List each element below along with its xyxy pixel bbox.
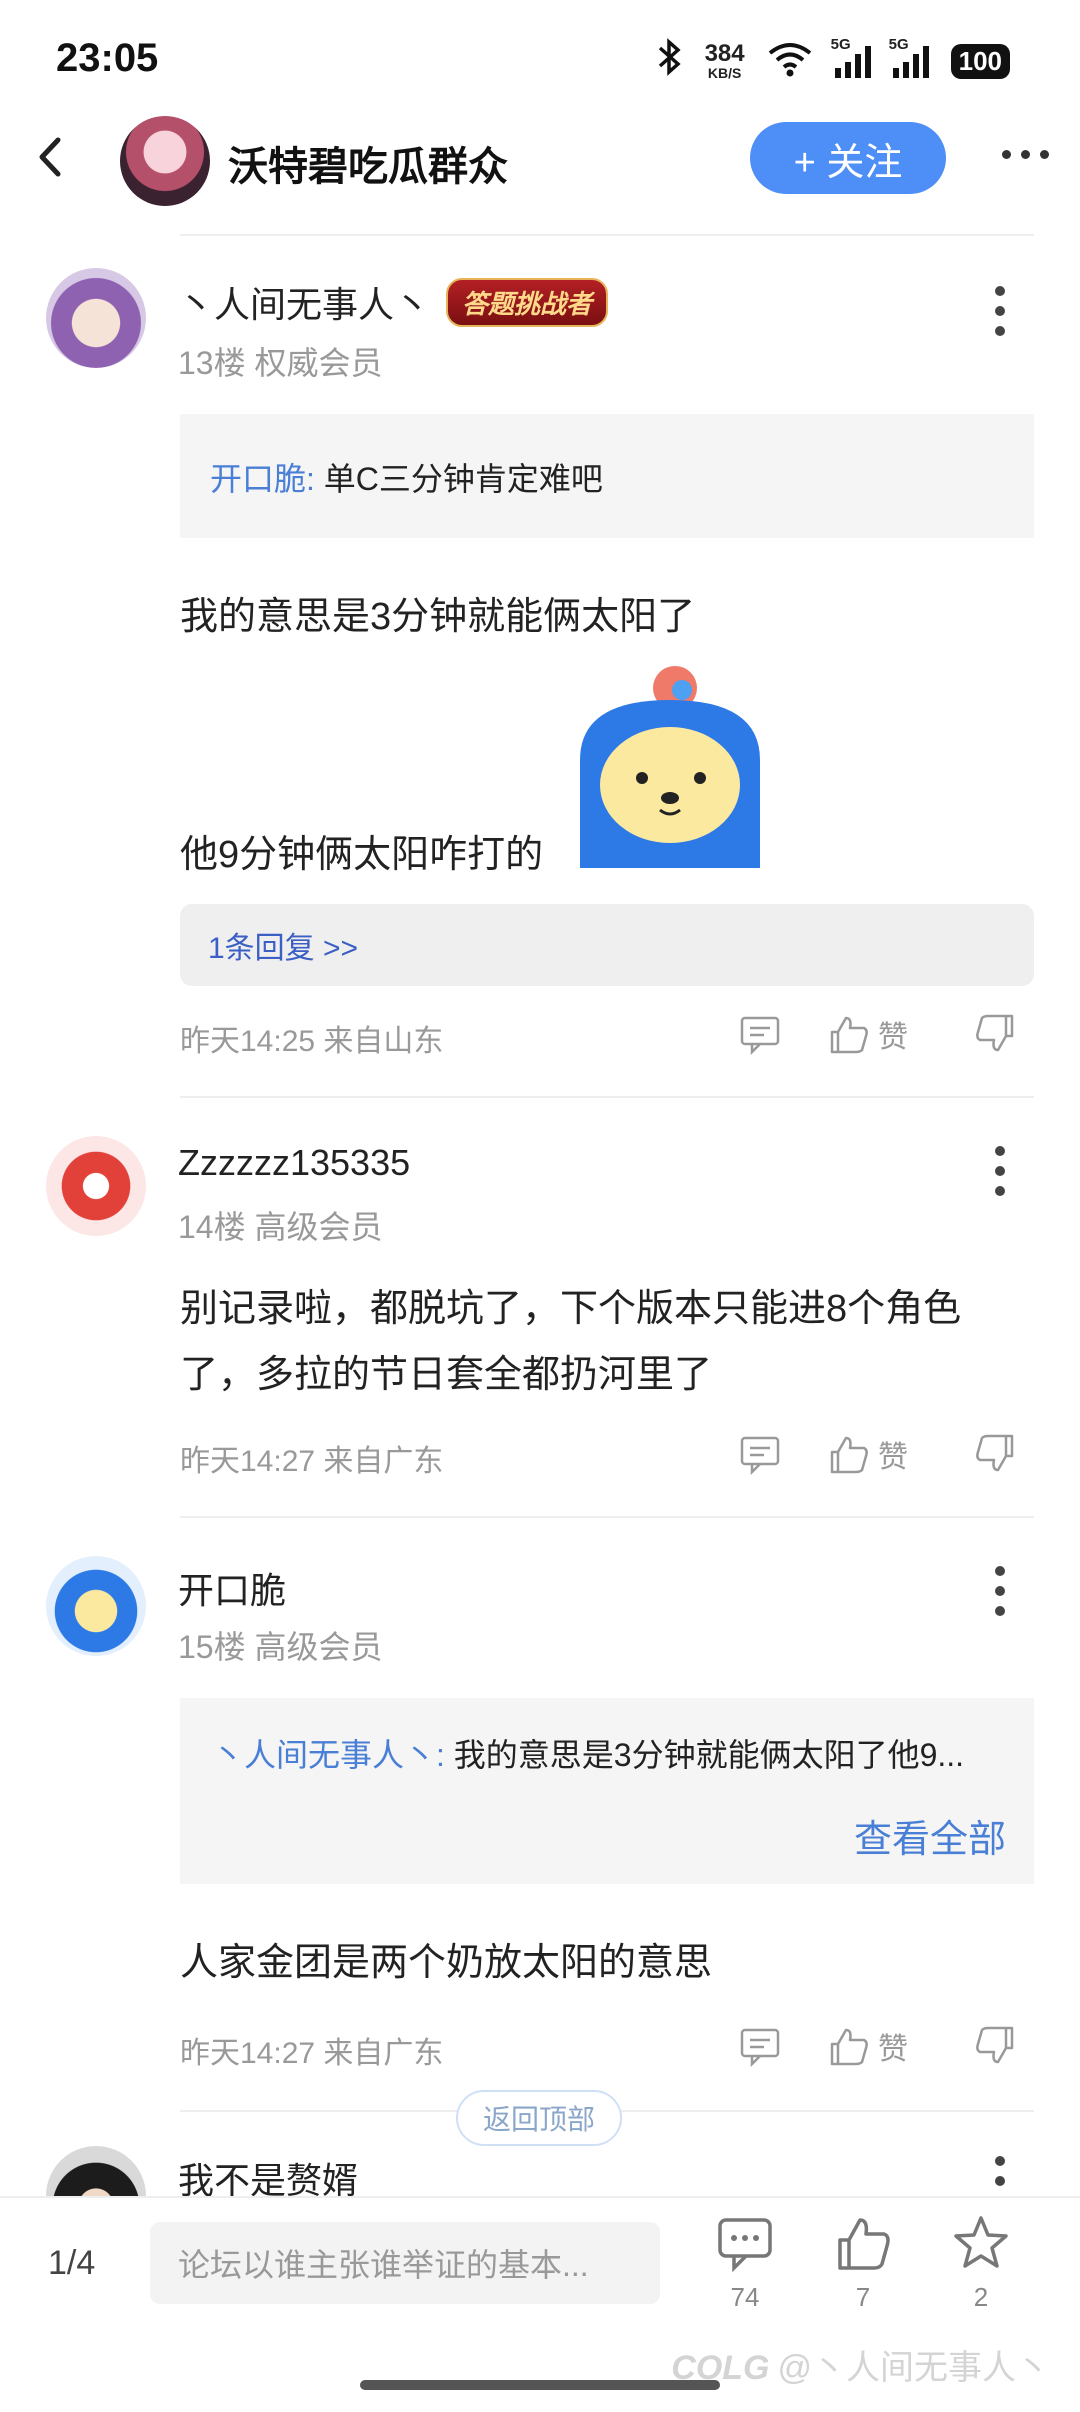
user-avatar[interactable]	[46, 268, 146, 368]
like-button[interactable]: 赞	[826, 1432, 908, 1476]
user-avatar[interactable]	[46, 1136, 146, 1236]
star-icon	[954, 2216, 1008, 2268]
back-to-top-button[interactable]: 返回顶部	[456, 2090, 622, 2146]
signal-icon-1: 5G	[831, 36, 871, 78]
comment-icon	[740, 2028, 780, 2068]
divider	[180, 234, 1034, 236]
home-indicator[interactable]	[360, 2380, 720, 2390]
dislike-button[interactable]	[974, 2024, 1018, 2068]
comment-input[interactable]: 论坛以谁主张谁举证的基本...	[150, 2222, 660, 2304]
floor-meta: 15楼 高级会员	[178, 1629, 383, 1665]
comment-button[interactable]	[738, 1432, 782, 1476]
comments-button[interactable]: 74	[705, 2214, 785, 2313]
network-speed: 384 KB/S	[704, 40, 745, 81]
like-button[interactable]: 赞	[826, 2024, 908, 2068]
divider	[180, 1516, 1034, 1518]
challenger-badge: 答题挑战者	[446, 278, 609, 327]
post-text: 我的意思是3分钟就能俩太阳了	[180, 596, 696, 638]
status-icons: 384 KB/S 5G 5G 100	[657, 36, 1010, 86]
thumbs-up-icon	[838, 2218, 890, 2270]
post-text: 了，多拉的节日套全都扔河里了	[180, 1354, 713, 1396]
view-all-link[interactable]: 查看全部	[854, 1808, 1006, 1863]
post-menu-icon[interactable]	[994, 1566, 1006, 1616]
comment-button[interactable]	[738, 1012, 782, 1056]
username[interactable]: 开口脆	[178, 1562, 286, 1614]
watermark-text: @丶人间无事人丶	[777, 2349, 1050, 2387]
post-time: 昨天14:25 来自山东	[180, 1025, 444, 1058]
dislike-button[interactable]	[974, 1012, 1018, 1056]
comment-icon	[718, 2218, 772, 2272]
back-icon[interactable]	[30, 132, 70, 182]
user-avatar[interactable]	[46, 1556, 146, 1656]
thumbs-up-icon	[830, 2028, 868, 2066]
like-count: 7	[855, 2282, 871, 2312]
status-time: 23:05	[56, 36, 159, 80]
forum-avatar[interactable]	[120, 116, 210, 206]
battery-icon: 100	[950, 43, 1010, 79]
quote-box[interactable]: 开口脆: 单C三分钟肯定难吧	[180, 414, 1034, 538]
signal-icon-2: 5G	[889, 36, 929, 78]
quote-box[interactable]: 丶人间无事人丶: 我的意思是3分钟就能俩太阳了他9... 查看全部	[180, 1698, 1034, 1884]
username[interactable]: Zzzzzz135335	[178, 1142, 410, 1184]
favorite-button[interactable]: 2	[941, 2214, 1021, 2313]
thumbs-up-icon	[830, 1016, 868, 1054]
comment-button[interactable]	[738, 2024, 782, 2068]
quote-user[interactable]: 开口脆:	[210, 461, 315, 497]
bluetooth-icon	[657, 37, 683, 86]
dislike-button[interactable]	[974, 1432, 1018, 1476]
post-text: 别记录啦，都脱坑了，下个版本只能进8个角色	[180, 1288, 962, 1330]
post-menu-icon[interactable]	[994, 286, 1006, 336]
thumbs-down-icon	[976, 1434, 1014, 1472]
thumbs-down-icon	[976, 1014, 1014, 1052]
favorite-count: 2	[973, 2282, 989, 2312]
dog-sticker-image	[570, 660, 770, 868]
divider	[180, 1096, 1034, 1098]
post-time: 昨天14:27 来自广东	[180, 2037, 444, 2070]
page-indicator[interactable]: 1/4	[48, 2244, 95, 2283]
comment-icon	[740, 1436, 780, 1476]
quote-text: 我的意思是3分钟就能俩太阳了他9...	[453, 1737, 965, 1773]
watermark: COLG @丶人间无事人丶	[671, 2340, 1050, 2389]
thumbs-down-icon	[976, 2026, 1014, 2064]
floor-meta: 14楼 高级会员	[178, 1209, 383, 1245]
quote-text: 单C三分钟肯定难吧	[323, 461, 603, 497]
comment-icon	[740, 1016, 780, 1056]
post-text: 人家金团是两个奶放太阳的意思	[180, 1942, 713, 1984]
follow-button[interactable]: + 关注	[750, 122, 946, 194]
post-menu-icon[interactable]	[994, 1146, 1006, 1196]
post-text: 他9分钟俩太阳咋打的	[180, 834, 544, 876]
thumbs-up-icon	[830, 1436, 868, 1474]
more-options-icon[interactable]	[1002, 150, 1049, 159]
like-button[interactable]: 赞	[826, 1012, 908, 1056]
wifi-icon	[767, 41, 813, 82]
post-time: 昨天14:27 来自广东	[180, 1445, 444, 1478]
quote-user[interactable]: 丶人间无事人丶:	[212, 1737, 445, 1773]
forum-title[interactable]: 沃特碧吃瓜群众	[228, 134, 508, 192]
floor-meta: 13楼 权威会员	[178, 345, 383, 381]
username[interactable]: 丶人间无事人丶	[178, 276, 430, 328]
comment-count: 74	[730, 2282, 760, 2312]
like-post-button[interactable]: 7	[823, 2214, 903, 2313]
replies-link[interactable]: 1条回复 >>	[180, 904, 1034, 986]
